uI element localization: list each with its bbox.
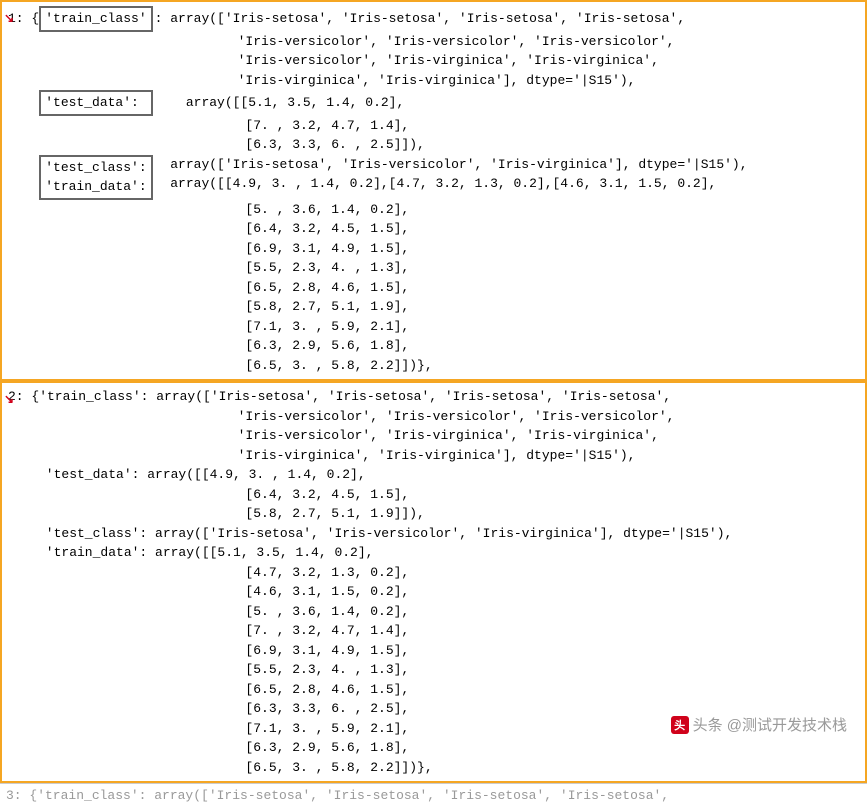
watermark-text: 头条 @测试开发技术栈 <box>693 714 847 735</box>
array-row: [6.9, 3.1, 4.9, 1.5], <box>183 641 859 661</box>
watermark-icon: 头 <box>671 716 689 734</box>
array-row: [6.3, 2.9, 5.6, 1.8], <box>183 336 859 356</box>
line: [7. , 3.2, 4.7, 1.4], <box>183 116 859 136</box>
line: 'test_data': array([[4.9, 3. , 1.4, 0.2]… <box>38 465 859 485</box>
array-row: [4.7, 3.2, 1.3, 0.2], <box>183 563 859 583</box>
box-text: 'train_data': <box>45 179 146 194</box>
line: 'test_data': array([[5.1, 3.5, 1.4, 0.2]… <box>8 90 859 116</box>
highlight-box-test-train: 'test_class': 'train_data': <box>39 155 152 200</box>
line: 'test_class': array(['Iris-setosa', 'Iri… <box>38 524 859 544</box>
output-block-1: ↘ 1: {'train_class': array(['Iris-setosa… <box>0 0 867 381</box>
array-row: [6.5, 2.8, 4.6, 1.5], <box>183 680 859 700</box>
array-row: [6.5, 2.8, 4.6, 1.5], <box>183 278 859 298</box>
line-text: array(['Iris-setosa', 'Iris-versicolor',… <box>155 155 748 175</box>
line: 'Iris-virginica', 'Iris-virginica'], dty… <box>183 446 859 466</box>
output-content: 1: {'train_class': array(['Iris-setosa',… <box>8 6 859 375</box>
array-row: [5. , 3.6, 1.4, 0.2], <box>183 200 859 220</box>
line-text: : array(['Iris-setosa', 'Iris-setosa', '… <box>155 11 686 26</box>
arrow-icon: ↘ <box>4 391 14 409</box>
array-row: [6.5, 3. , 5.8, 2.2]])}, <box>183 758 859 778</box>
array-row: [6.4, 3.2, 4.5, 1.5], <box>183 219 859 239</box>
highlight-box-test-data: 'test_data': <box>39 90 152 116</box>
array-row: [5.5, 2.3, 4. , 1.3], <box>183 660 859 680</box>
line-text <box>155 95 178 110</box>
line: 'Iris-versicolor', 'Iris-virginica', 'Ir… <box>183 51 859 71</box>
array-row: [5. , 3.6, 1.4, 0.2], <box>183 602 859 622</box>
watermark: 头 头条 @测试开发技术栈 <box>671 714 847 735</box>
array-row: [5.8, 2.7, 5.1, 1.9], <box>183 297 859 317</box>
line-text: array([[4.9, 3. , 1.4, 0.2],[4.7, 3.2, 1… <box>155 174 748 194</box>
line: 'Iris-versicolor', 'Iris-versicolor', 'I… <box>183 407 859 427</box>
line: 'Iris-versicolor', 'Iris-versicolor', 'I… <box>183 32 859 52</box>
array-row: [7.1, 3. , 5.9, 2.1], <box>183 317 859 337</box>
line: 'train_data': array([[5.1, 3.5, 1.4, 0.2… <box>38 543 859 563</box>
line: 1: {'train_class': array(['Iris-setosa',… <box>8 6 859 32</box>
array-row: [6.3, 2.9, 5.6, 1.8], <box>183 738 859 758</box>
line: [6.4, 3.2, 4.5, 1.5], <box>183 485 859 505</box>
line: [5.8, 2.7, 5.1, 1.9]]), <box>183 504 859 524</box>
line: 'test_class': 'train_data': array(['Iris-… <box>8 155 859 200</box>
array-row: [5.5, 2.3, 4. , 1.3], <box>183 258 859 278</box>
array-row: [6.9, 3.1, 4.9, 1.5], <box>183 239 859 259</box>
line-text: array([[5.1, 3.5, 1.4, 0.2], <box>178 95 404 110</box>
line: 'Iris-virginica', 'Iris-virginica'], dty… <box>183 71 859 91</box>
line: [6.3, 3.3, 6. , 2.5]]), <box>183 135 859 155</box>
output-block-3-partial: 3: {'train_class': array(['Iris-setosa',… <box>0 783 867 807</box>
array-row: [6.5, 3. , 5.8, 2.2]])}, <box>183 356 859 376</box>
arrow-icon: ↘ <box>4 10 14 28</box>
highlight-box-train-class: 'train_class' <box>39 6 152 32</box>
box-text: 'test_class': <box>45 160 146 175</box>
line: 2: {'train_class': array(['Iris-setosa',… <box>8 387 859 407</box>
array-row: [7. , 3.2, 4.7, 1.4], <box>183 621 859 641</box>
array-row: [4.6, 3.1, 1.5, 0.2], <box>183 582 859 602</box>
line: 'Iris-versicolor', 'Iris-virginica', 'Ir… <box>183 426 859 446</box>
